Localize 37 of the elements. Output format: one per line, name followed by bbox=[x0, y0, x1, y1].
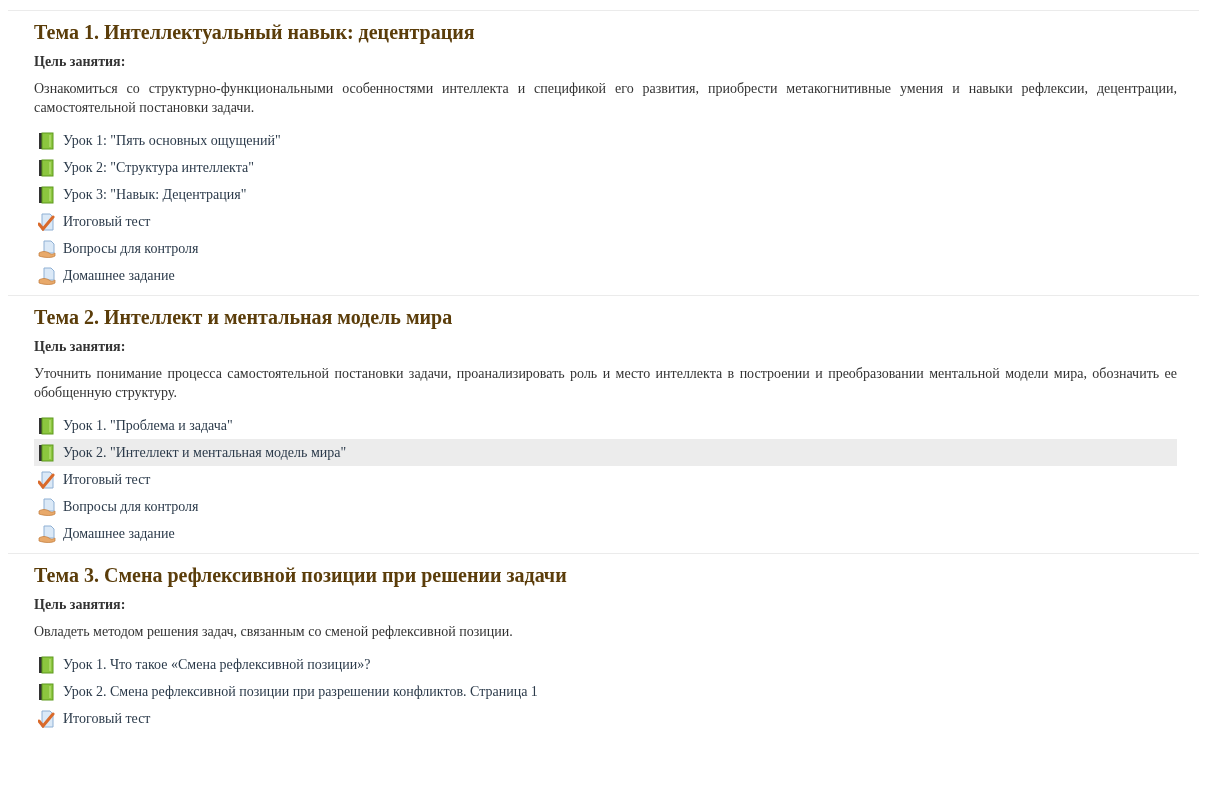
section-title: Тема 1. Интеллектуальный навык: децентрация bbox=[34, 20, 476, 44]
goal-text: Ознакомиться со структурно-функциональными особенностями интеллекта и спецификой его развития, приобрести метакогнитивные умения и навыки рефлексии, децентрации, самостоятельной постановки задачи. bbox=[34, 80, 1177, 117]
activity-link[interactable]: Домашнее задание bbox=[34, 262, 1177, 289]
goal-label: Цель занятия: bbox=[34, 338, 127, 355]
book-icon bbox=[38, 682, 56, 701]
section-title: Тема 3. Смена рефлексивной позиции при решении задачи bbox=[34, 563, 568, 587]
activity-link[interactable]: Итоговый тест bbox=[34, 208, 1177, 235]
book-icon bbox=[38, 185, 56, 204]
activity-link[interactable]: Вопросы для контроля bbox=[34, 235, 1177, 262]
document-in-hand-icon bbox=[38, 497, 56, 516]
checked-document-icon bbox=[38, 470, 56, 489]
section-title: Тема 2. Интеллект и ментальная модель мира bbox=[34, 305, 454, 329]
book-icon bbox=[38, 443, 56, 462]
book-icon bbox=[38, 158, 56, 177]
activity-link[interactable]: Домашнее задание bbox=[34, 520, 1177, 547]
activity-link[interactable]: Урок 2. "Интеллект и ментальная модель мира" bbox=[34, 439, 1177, 466]
checked-document-icon bbox=[38, 212, 56, 231]
goal-label: Цель занятия: bbox=[34, 596, 127, 613]
document-in-hand-icon bbox=[38, 266, 56, 285]
activity-link[interactable]: Урок 1. Что такое «Смена рефлексивной позиции»? bbox=[34, 651, 1177, 678]
activity-link[interactable]: Итоговый тест bbox=[34, 466, 1177, 493]
goal-text: Уточнить понимание процесса самостоятельной постановки задачи, проанализировать роль и место интеллекта в построении и преобразовании ментальной модели мира, обозначить ее обобщенную структуру. bbox=[34, 365, 1177, 402]
activity-link[interactable]: Урок 2: "Структура интеллекта" bbox=[34, 154, 1177, 181]
activity-link[interactable]: Урок 2. Смена рефлексивной позиции при разрешении конфликтов. Страница 1 bbox=[34, 678, 1177, 705]
book-icon bbox=[38, 416, 56, 435]
goal-text: Овладеть методом решения задач, связанным со сменой рефлексивной позиции. bbox=[34, 623, 514, 641]
activity-link[interactable]: Урок 3: "Навык: Децентрация" bbox=[34, 181, 1177, 208]
book-icon bbox=[38, 655, 56, 674]
document-in-hand-icon bbox=[38, 239, 56, 258]
goal-label: Цель занятия: bbox=[34, 53, 127, 70]
book-icon bbox=[38, 131, 56, 150]
activity-link[interactable]: Итоговый тест bbox=[34, 705, 1177, 732]
document-in-hand-icon bbox=[38, 524, 56, 543]
activity-link[interactable]: Вопросы для контроля bbox=[34, 493, 1177, 520]
activity-link[interactable]: Урок 1. "Проблема и задача" bbox=[34, 412, 1177, 439]
activity-link[interactable]: Урок 1: "Пять основных ощущений" bbox=[34, 127, 1177, 154]
checked-document-icon bbox=[38, 709, 56, 728]
